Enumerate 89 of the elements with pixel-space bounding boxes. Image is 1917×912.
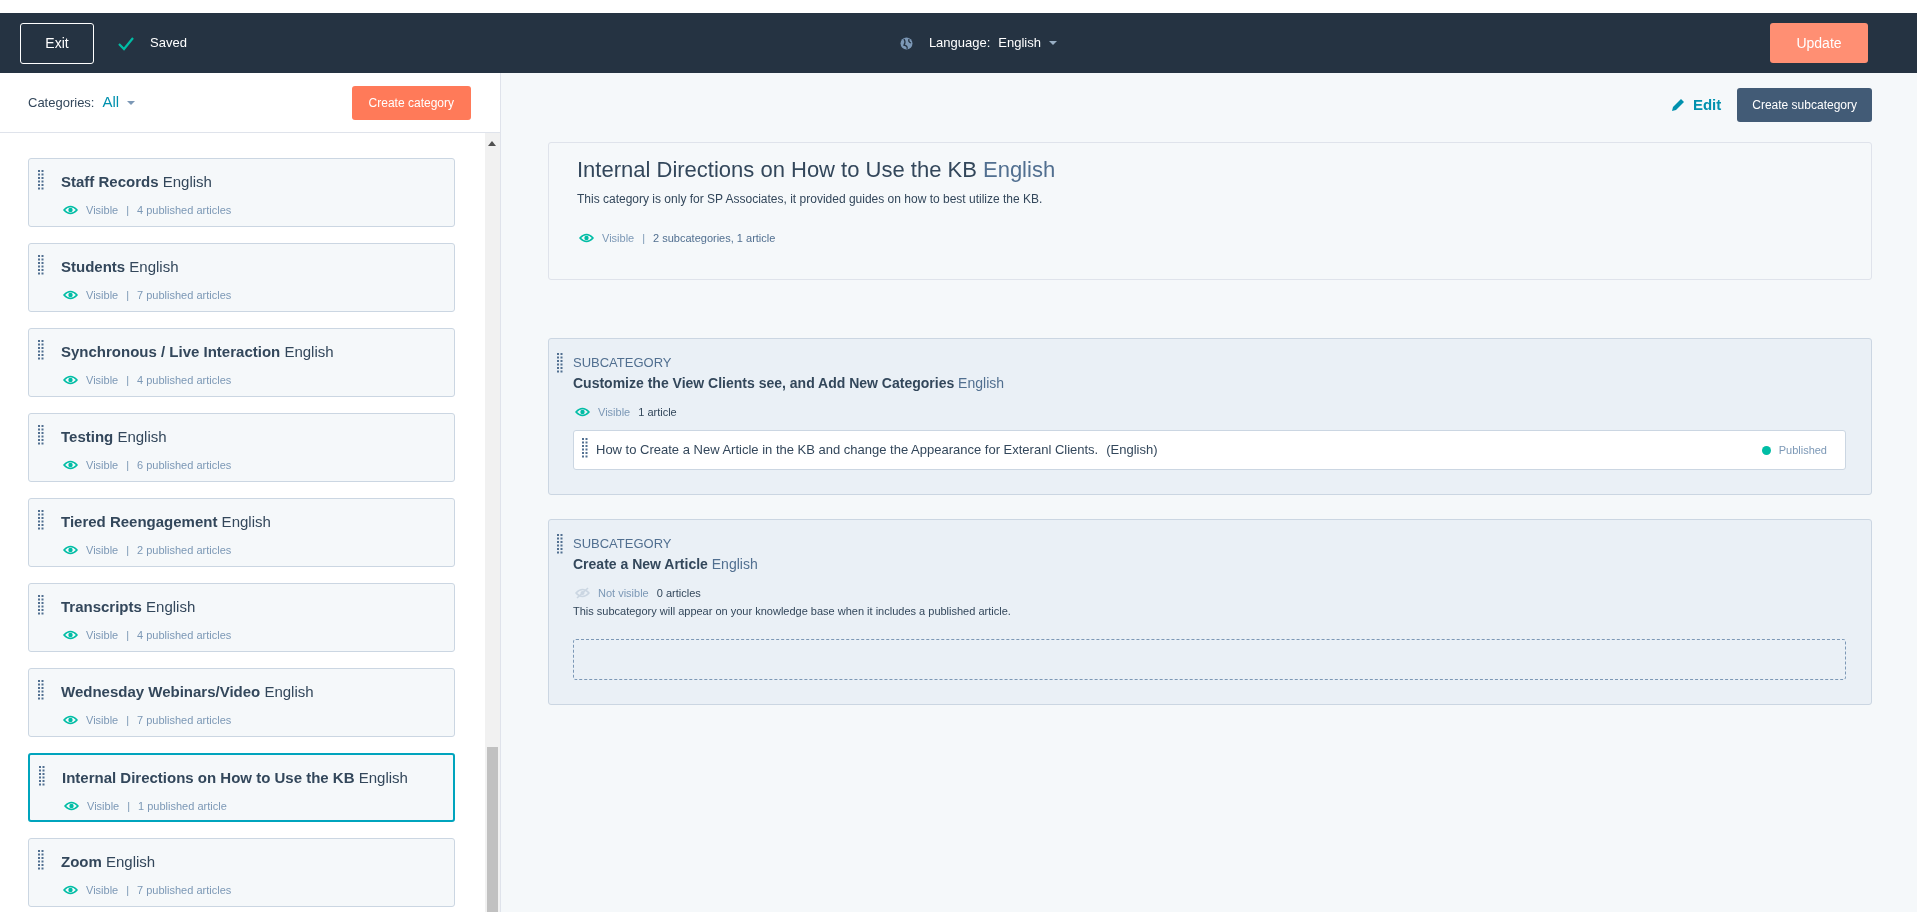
subcategory-label: SUBCATEGORY <box>573 354 673 372</box>
category-title: Zoom English <box>61 852 157 873</box>
article-status: Published <box>1778 442 1827 458</box>
drag-handle-icon <box>557 534 563 554</box>
separator: | <box>126 627 130 643</box>
drag-handle-icon <box>38 680 44 701</box>
separator: | <box>126 372 130 388</box>
category-title: Staff Records English <box>61 172 213 193</box>
drag-handle-icon <box>38 255 44 276</box>
content-count: 2 subcategories, 1 article <box>653 231 776 246</box>
category-card[interactable]: Internal Directions on How to Use the KB English Visible | 1 published article <box>28 753 455 823</box>
caret-icon <box>1049 41 1057 45</box>
separator: | <box>126 882 130 898</box>
separator: | <box>642 231 646 246</box>
category-title: Internal Directions on How to Use the KB English <box>577 156 1057 184</box>
article-count: 7 published articles <box>137 712 232 728</box>
separator: | <box>126 712 130 728</box>
article-count: 6 published articles <box>137 457 232 473</box>
visibility-status: Visible <box>602 231 635 246</box>
category-title: Tiered Reengagement English <box>61 512 272 533</box>
separator: | <box>126 287 130 303</box>
scroll-up-arrow-icon <box>488 141 496 147</box>
categories-label: Categories: <box>28 93 95 112</box>
article-count: 7 published articles <box>137 882 232 898</box>
category-card[interactable]: Tiered Reengagement English Visible | 2 published articles <box>28 498 455 568</box>
drag-handle-icon <box>38 850 44 871</box>
category-title: Synchronous / Live Interaction English <box>61 342 335 363</box>
visibility-status: Visible <box>86 882 119 898</box>
article-count: 7 published articles <box>137 287 232 303</box>
category-title: Testing English <box>61 427 168 448</box>
language-dropdown[interactable]: English <box>998 33 1057 53</box>
visibility-status: Visible <box>86 202 119 218</box>
category-title: Students English <box>61 257 180 278</box>
drag-handle-icon <box>38 170 44 191</box>
subcategory-note: This subcategory will appear on your knowledge base when it includes a published article. <box>573 604 1012 619</box>
category-filter-dropdown[interactable]: All <box>102 91 136 114</box>
article-count: 4 published articles <box>137 627 232 643</box>
drag-handle-icon <box>38 340 44 361</box>
article-count: 1 published article <box>138 798 227 814</box>
visibility-status: Not visible <box>598 585 649 601</box>
drag-handle-icon <box>38 510 44 531</box>
article-count: 4 published articles <box>137 202 232 218</box>
visibility-status: Visible <box>86 712 119 728</box>
category-card[interactable]: Students English Visible | 7 published articles <box>28 243 455 313</box>
subcategory-title: Customize the View Clients see, and Add New Categories English <box>573 373 1006 393</box>
visibility-status: Visible <box>87 798 120 814</box>
separator: | <box>126 457 130 473</box>
drag-handle-icon <box>38 595 44 616</box>
visibility-status: Visible <box>86 627 119 643</box>
visibility-status: Visible <box>598 404 631 420</box>
category-description: This category is only for SP Associates, it provided guides on how to best utilize the KB. <box>577 191 1044 208</box>
visibility-status: Visible <box>86 372 119 388</box>
scrollbar-thumb[interactable] <box>487 747 498 912</box>
category-card[interactable]: Zoom English Visible | 7 published articles <box>28 838 455 908</box>
caret-icon <box>127 100 136 105</box>
subcategory-title: Create a New Article English <box>573 554 759 574</box>
article-title: How to Create a New Article in the KB and change the Appearance for Exteranl Clients. <box>596 441 1099 460</box>
drag-handle-icon <box>582 438 588 458</box>
globe-icon <box>899 36 913 50</box>
exit-button[interactable]: Exit <box>20 22 94 64</box>
create-subcategory-button[interactable]: Create subcategory <box>1737 88 1872 122</box>
category-card[interactable]: Wednesday Webinars/Video English Visible | 7 published articles <box>28 668 455 738</box>
visibility-status: Visible <box>86 457 119 473</box>
article-count: 2 published articles <box>137 542 232 558</box>
category-card[interactable]: Synchronous / Live Interaction English Visible | 4 published articles <box>28 328 455 398</box>
category-card[interactable]: Transcripts English Visible | 4 published articles <box>28 583 455 653</box>
article-count: 1 article <box>638 404 677 420</box>
category-title: Internal Directions on How to Use the KB English <box>62 768 409 789</box>
language-label: Language: <box>928 34 991 53</box>
check-icon <box>118 35 134 51</box>
category-title: Transcripts English <box>61 597 197 618</box>
article-count: 4 published articles <box>137 372 232 388</box>
category-title: Wednesday Webinars/Video English <box>61 682 315 703</box>
category-card[interactable]: Testing English Visible | 6 published articles <box>28 413 455 483</box>
article-count: 0 articles <box>656 585 701 601</box>
drag-handle-icon <box>39 766 45 787</box>
article-row[interactable]: How to Create a New Article in the KB and change the Appearance for Exteranl Clients. (English) Published <box>573 430 1846 470</box>
separator: | <box>126 202 130 218</box>
drag-handle-icon <box>38 425 44 446</box>
pencil-icon <box>1670 98 1685 112</box>
visibility-status: Visible <box>86 542 119 558</box>
drag-handle-icon <box>557 353 563 373</box>
article-language: (English) <box>1106 441 1158 460</box>
visibility-status: Visible <box>86 287 119 303</box>
separator: | <box>126 542 130 558</box>
subcategory-label: SUBCATEGORY <box>573 535 673 553</box>
category-card[interactable]: Staff Records English Visible | 4 published articles <box>28 158 455 228</box>
separator: | <box>127 798 131 814</box>
saved-status: Saved <box>150 34 187 53</box>
